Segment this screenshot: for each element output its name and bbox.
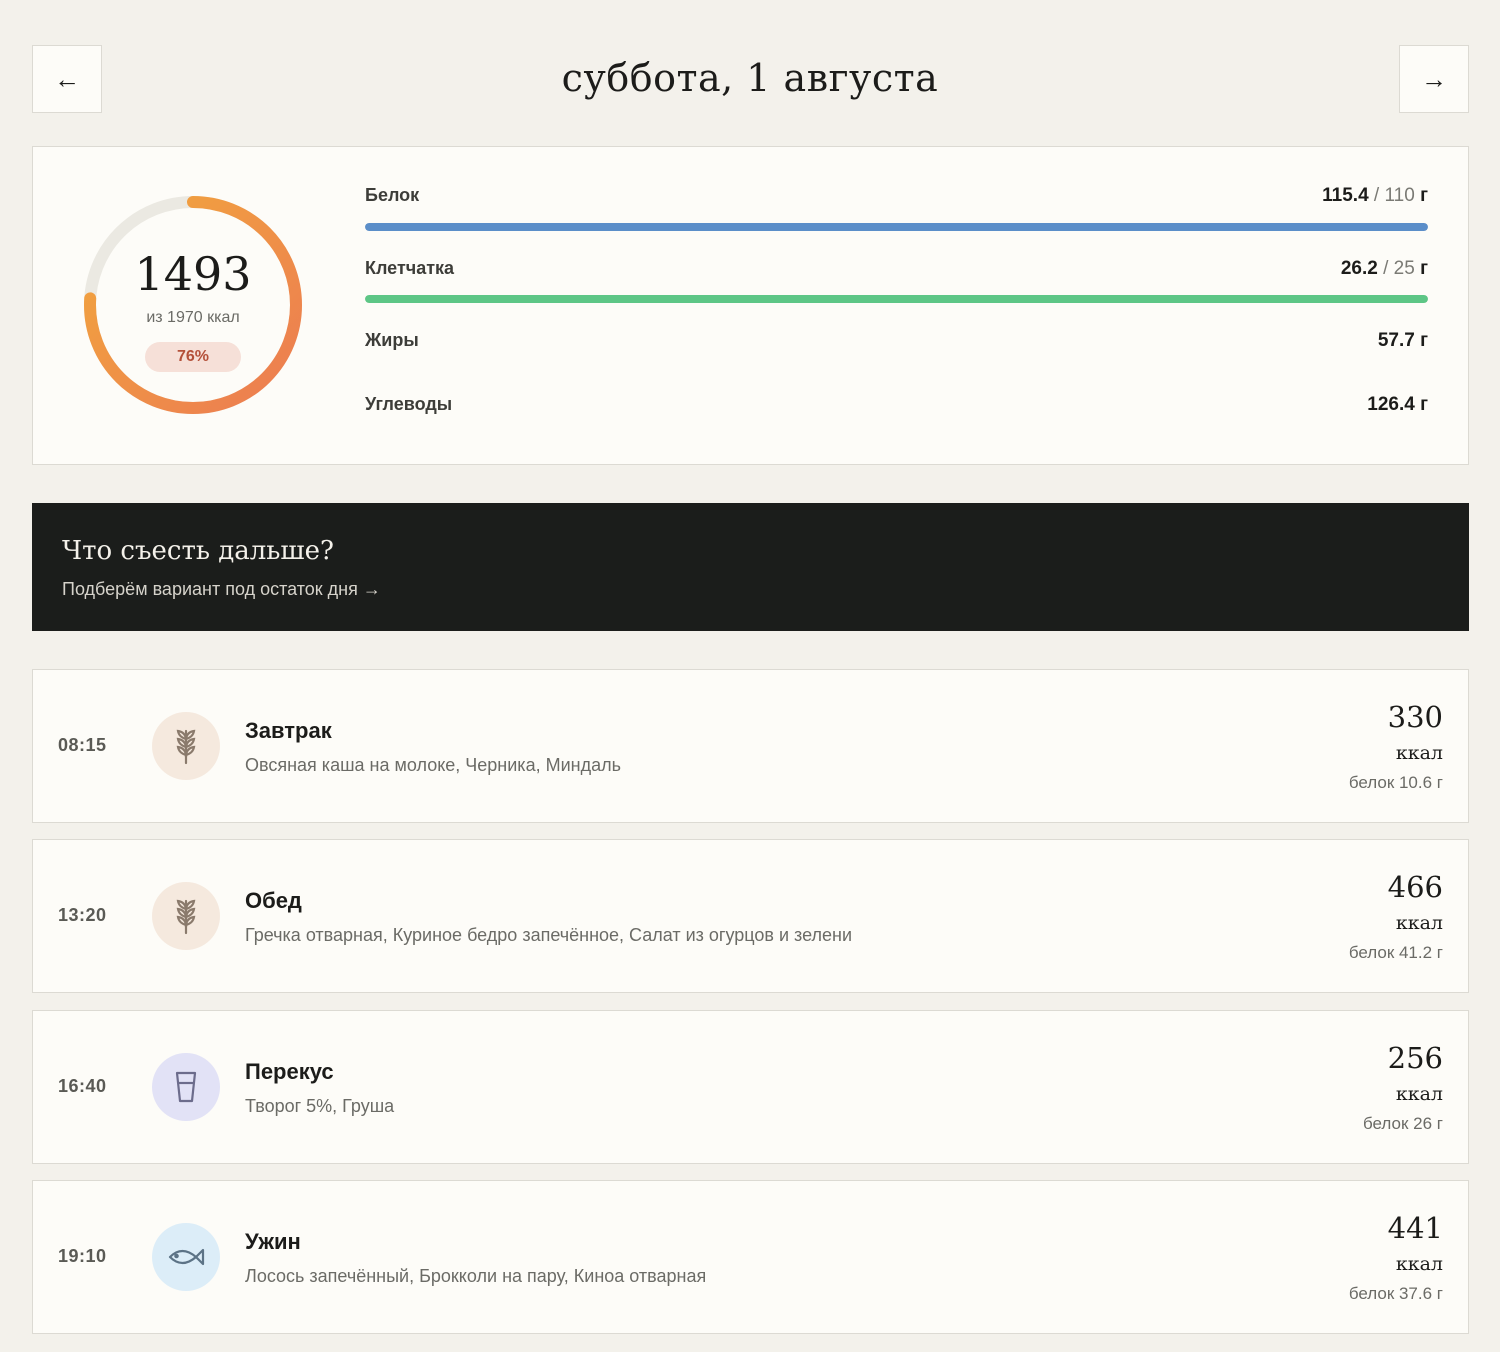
meal-card-snack[interactable]: 16:40 Перекус Творог 5%, Груша 256 ккал … <box>32 1010 1469 1164</box>
nutrient-label: Белок <box>365 185 420 205</box>
calorie-ring-chart <box>84 196 302 414</box>
calories-eaten: 1493 <box>134 247 252 301</box>
meal-items: Творог 5%, Груша <box>245 1096 395 1116</box>
nutrient-value: 115.4 / 110 г <box>1322 185 1428 206</box>
wheat-icon <box>152 882 220 950</box>
meal-items: Гречка отварная, Куриное бедро запечённо… <box>245 925 853 945</box>
nutrient-fat: Жиры 57.7 г <box>365 330 1428 354</box>
wheat-icon <box>152 712 220 780</box>
meal-calories-unit: ккал <box>1395 912 1443 934</box>
protein-progress-fill <box>365 223 1428 231</box>
daily-summary-card: 1493 из 1970 ккал 76% Белок 115.4 / 110 … <box>32 146 1469 465</box>
meal-card-breakfast[interactable]: 08:15 Завтрак Овсяная каша на молоке, Че… <box>32 669 1469 823</box>
meal-protein: белок 26 г <box>1363 1114 1443 1133</box>
fish-icon <box>152 1223 220 1291</box>
nutrient-label: Жиры <box>365 330 419 350</box>
calories-target: из 1970 ккал <box>146 309 240 326</box>
meal-calories-unit: ккал <box>1395 1253 1443 1275</box>
meal-protein: белок 10.6 г <box>1348 773 1443 792</box>
glass-icon <box>152 1053 220 1121</box>
nutrient-value: 126.4 г <box>1367 394 1428 415</box>
meal-protein: белок 41.2 г <box>1348 943 1443 962</box>
meal-items: Овсяная каша на молоке, Черника, Миндаль <box>245 755 621 775</box>
meal-card-lunch[interactable]: 13:20 Обед Гречка отварная, Куриное бедр… <box>32 839 1469 993</box>
prev-day-button[interactable]: ← <box>32 45 102 113</box>
page-title: суббота, 1 августа <box>561 56 939 100</box>
meal-calories: 330 <box>1387 700 1443 734</box>
nutrient-label: Углеводы <box>365 394 453 414</box>
meal-protein: белок 37.6 г <box>1348 1284 1443 1303</box>
nutrient-fiber: Клетчатка 26.2 / 25 г <box>365 258 1428 303</box>
meal-card-dinner[interactable]: 19:10 Ужин Лосось запечённый, Брокколи н… <box>32 1180 1469 1334</box>
meal-time: 16:40 <box>58 1076 107 1096</box>
meal-calories: 256 <box>1387 1041 1443 1075</box>
nutrient-protein: Белок 115.4 / 110 г <box>365 185 1428 231</box>
meal-time: 08:15 <box>58 735 107 755</box>
banner-title: Что съесть дальше? <box>62 536 334 566</box>
arrow-right-icon: → <box>1421 63 1447 94</box>
calorie-ring: 1493 из 1970 ккал 76% <box>79 191 307 419</box>
meal-calories: 441 <box>1387 1211 1443 1245</box>
meal-calories: 466 <box>1387 870 1443 904</box>
meal-name: Перекус <box>245 1059 334 1084</box>
nutrient-label: Клетчатка <box>365 258 455 278</box>
meal-name: Завтрак <box>245 718 332 743</box>
arrow-left-icon: ← <box>54 63 80 94</box>
nutrient-value: 57.7 г <box>1377 330 1428 351</box>
meal-time: 19:10 <box>58 1246 107 1266</box>
fiber-progress-fill <box>365 295 1428 303</box>
banner-link[interactable]: Подберём вариант под остаток дня → <box>62 579 381 600</box>
protein-progress-bar <box>365 223 1428 231</box>
nutrient-carbs: Углеводы 126.4 г <box>365 394 1428 418</box>
meal-time: 13:20 <box>58 905 107 925</box>
meal-name: Обед <box>245 888 302 913</box>
nutrient-value: 26.2 / 25 г <box>1340 258 1428 279</box>
suggest-next-meal-banner[interactable]: Что съесть дальше? Подберём вариант под … <box>32 503 1469 631</box>
next-day-button[interactable]: → <box>1399 45 1469 113</box>
meal-calories-unit: ккал <box>1395 742 1443 764</box>
meal-items: Лосось запечённый, Брокколи на пару, Кин… <box>245 1266 707 1286</box>
calories-percent-badge: 76% <box>145 342 241 372</box>
meal-name: Ужин <box>245 1229 301 1254</box>
meal-calories-unit: ккал <box>1395 1083 1443 1105</box>
fiber-progress-bar <box>365 295 1428 303</box>
